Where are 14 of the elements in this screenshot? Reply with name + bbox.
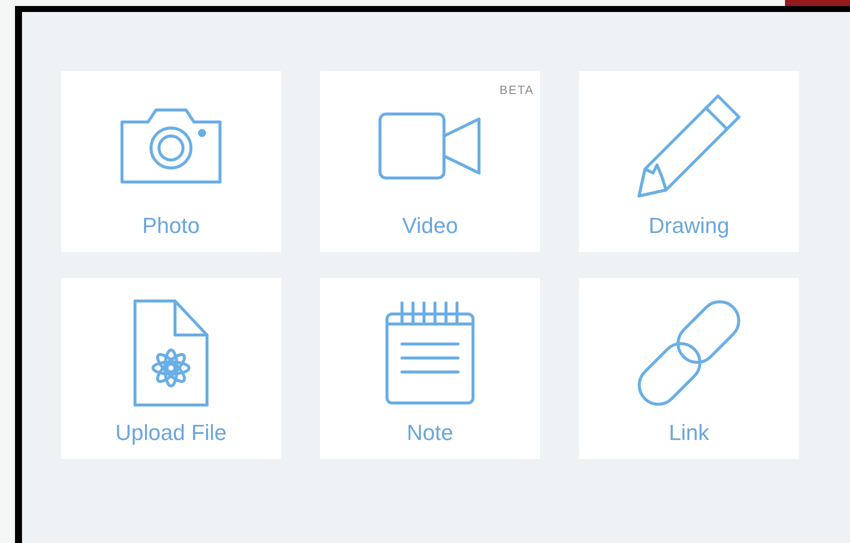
- header-strip: [785, 0, 850, 6]
- tile-button[interactable]: Drawing: [579, 71, 799, 252]
- tile-button[interactable]: Link: [579, 278, 799, 459]
- tile-button[interactable]: Upload File: [61, 278, 281, 459]
- tile-button[interactable]: Photo: [61, 71, 281, 252]
- link-icon: [636, 300, 742, 406]
- camera-icon: [118, 106, 224, 186]
- tile-button[interactable]: BETA Video: [320, 71, 540, 252]
- notepad-icon: [384, 300, 476, 406]
- video-camera-icon: [377, 110, 483, 180]
- file-icon: [132, 298, 210, 408]
- beta-label: BETA: [500, 82, 534, 99]
- pencil-icon: [636, 92, 742, 198]
- tile-button[interactable]: Note: [320, 278, 540, 459]
